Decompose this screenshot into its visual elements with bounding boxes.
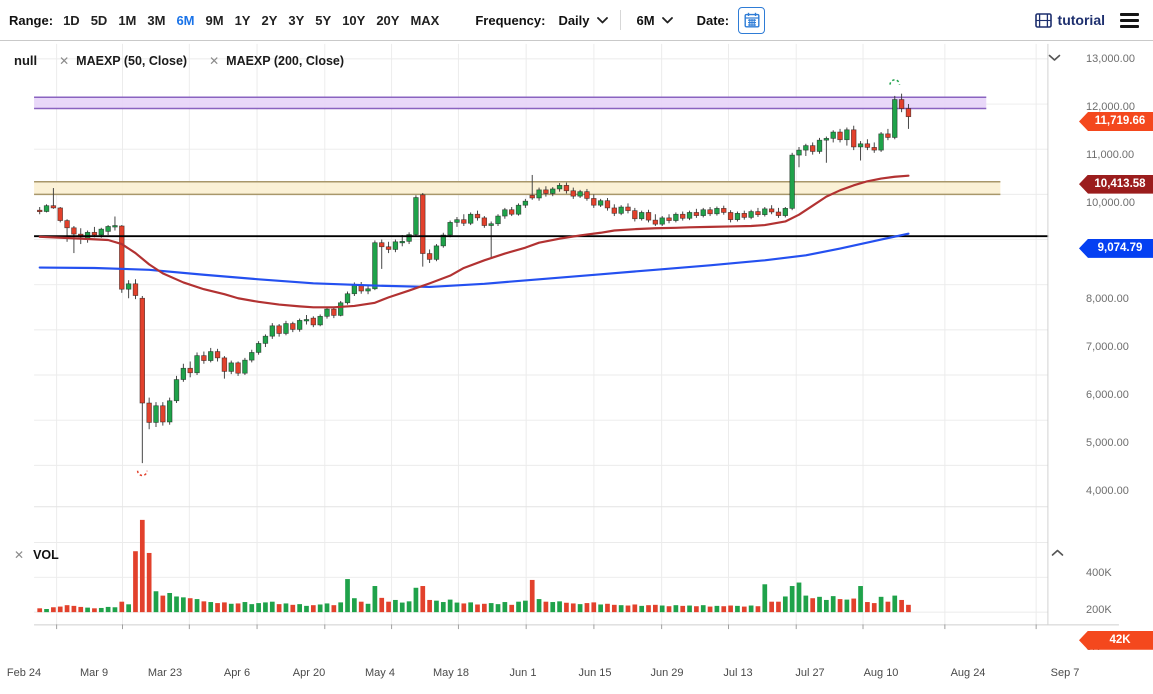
range-option-3m[interactable]: 3M	[147, 13, 165, 28]
chart-canvas[interactable]	[0, 41, 1153, 694]
range-option-20y[interactable]: 20Y	[376, 13, 399, 28]
range-option-5d[interactable]: 5D	[91, 13, 108, 28]
date-axis-label: Aug 10	[864, 667, 899, 679]
volume-value-badge: 42K	[1079, 631, 1153, 650]
frequency-select[interactable]: Daily	[554, 11, 611, 30]
toolbar-divider	[620, 10, 621, 30]
frequency-value: Daily	[558, 13, 589, 28]
chevron-down-icon	[597, 17, 608, 24]
date-axis-label: Jun 15	[578, 667, 611, 679]
range-option-1d[interactable]: 1D	[63, 13, 80, 28]
range-option-3y[interactable]: 3Y	[288, 13, 304, 28]
range-option-1m[interactable]: 1M	[118, 13, 136, 28]
last-price-badge: 11,719.66	[1079, 112, 1153, 131]
frequency-label: Frequency:	[475, 13, 545, 28]
date-axis-label: Aug 24	[951, 667, 986, 679]
range-option-5y[interactable]: 5Y	[315, 13, 331, 28]
price-axis-label: 10,000.00	[1086, 197, 1135, 209]
ma50-value-badge: 10,413.58	[1079, 175, 1153, 194]
ma200-legend-label: MAEXP (200, Close)	[226, 54, 344, 68]
chart-app: Range: 1D 5D 1M 3M 6M 9M 1Y 2Y 3Y 5Y 10Y 20Y MAX Fre…	[0, 0, 1153, 694]
study-legend: null ✕ MAEXP (50, Close) ✕ MAEXP (200, C…	[14, 53, 344, 68]
volume-axis-label: 400K	[1086, 567, 1112, 579]
range-label: Range:	[9, 13, 53, 28]
date-axis-label: Feb 24	[7, 667, 41, 679]
chevron-down-icon	[1048, 54, 1061, 62]
tutorial-label: tutorial	[1058, 12, 1105, 28]
toolbar: Range: 1D 5D 1M 3M 6M 9M 1Y 2Y 3Y 5Y 10Y 20Y MAX Fre…	[0, 0, 1153, 41]
range-option-max[interactable]: MAX	[410, 13, 439, 28]
volume-axis-label: 200K	[1086, 604, 1112, 616]
price-axis-label: 7,000.00	[1086, 341, 1129, 353]
range-option-9m[interactable]: 9M	[206, 13, 224, 28]
date-axis-label: May 4	[365, 667, 395, 679]
date-axis-label: Sep 7	[1051, 667, 1080, 679]
date-axis-label: Jun 29	[650, 667, 683, 679]
period-select[interactable]: 6M	[633, 11, 677, 30]
chevron-up-icon	[1051, 549, 1064, 557]
chart-area: null ✕ MAEXP (50, Close) ✕ MAEXP (200, C…	[0, 41, 1153, 694]
symbol-label: null	[14, 53, 37, 68]
range-options: 1D 5D 1M 3M 6M 9M 1Y 2Y 3Y 5Y 10Y 20Y MAX	[63, 13, 450, 28]
period-value: 6M	[637, 13, 655, 28]
date-axis-label: Mar 9	[80, 667, 108, 679]
date-picker-button[interactable]	[738, 7, 765, 34]
volume-label: VOL	[33, 548, 59, 562]
price-axis-label: 8,000.00	[1086, 293, 1129, 305]
date-axis-label: May 18	[433, 667, 469, 679]
price-axis-label: 11,000.00	[1086, 149, 1134, 161]
close-icon[interactable]: ✕	[209, 54, 219, 68]
calendar-icon	[744, 12, 760, 28]
price-axis-label: 13,000.00	[1086, 53, 1135, 65]
date-axis-label: Mar 23	[148, 667, 182, 679]
range-option-2y[interactable]: 2Y	[261, 13, 277, 28]
menu-button[interactable]	[1120, 13, 1139, 28]
film-icon	[1035, 13, 1052, 28]
expand-volume-pane-button[interactable]	[1051, 549, 1064, 557]
tutorial-button[interactable]: tutorial	[1035, 12, 1105, 28]
price-axis-label: 6,000.00	[1086, 389, 1129, 401]
date-label: Date:	[697, 13, 730, 28]
collapse-price-pane-button[interactable]	[1048, 54, 1061, 62]
price-axis-label: 12,000.00	[1086, 101, 1135, 113]
date-axis-label: Jul 13	[723, 667, 752, 679]
range-option-6m[interactable]: 6M	[176, 13, 194, 28]
price-axis-label: 4,000.00	[1086, 485, 1129, 497]
date-axis-label: Apr 20	[293, 667, 325, 679]
range-option-10y[interactable]: 10Y	[342, 13, 365, 28]
date-axis-label: Jul 27	[795, 667, 824, 679]
date-axis-label: Jun 1	[510, 667, 537, 679]
hline-value-badge: 9,074.79	[1079, 239, 1153, 258]
date-axis-label: Apr 6	[224, 667, 250, 679]
volume-legend: ✕ VOL	[14, 548, 59, 562]
close-icon[interactable]: ✕	[14, 548, 24, 562]
range-option-1y[interactable]: 1Y	[235, 13, 251, 28]
chevron-down-icon	[662, 17, 673, 24]
ma50-legend-label: MAEXP (50, Close)	[76, 54, 187, 68]
close-icon[interactable]: ✕	[59, 54, 69, 68]
price-axis-label: 5,000.00	[1086, 437, 1129, 449]
